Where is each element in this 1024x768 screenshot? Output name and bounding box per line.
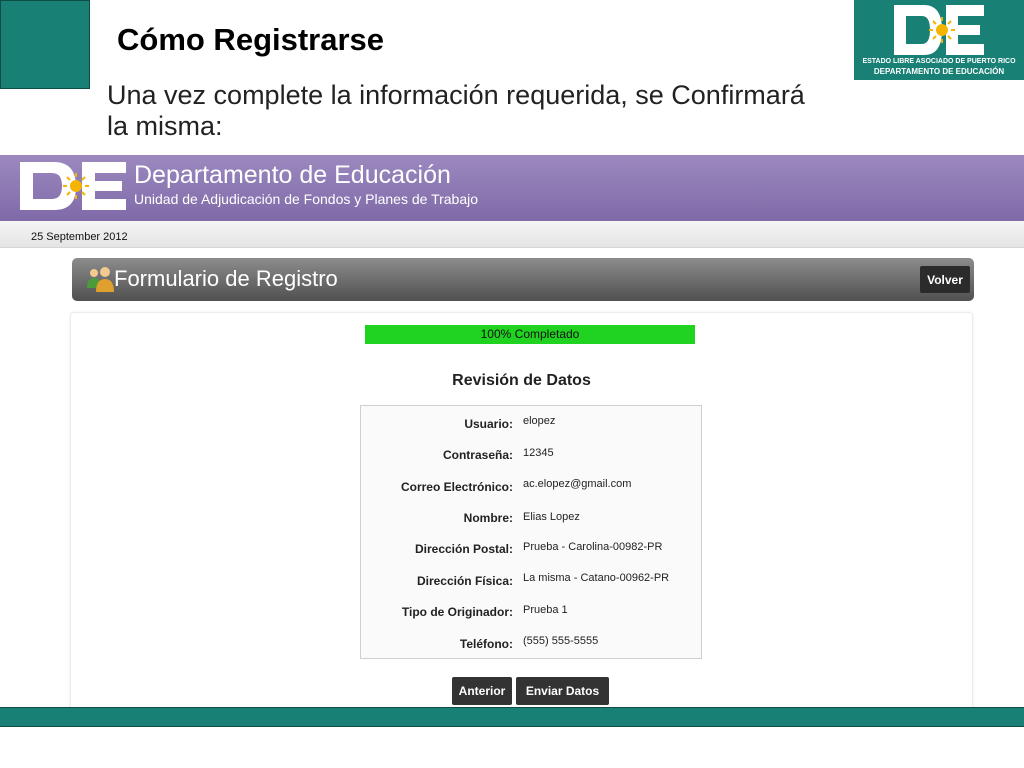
review-title: Revisión de Datos [452,372,591,389]
field-label: Contraseña: [442,448,513,462]
field-row-telefono: Teléfono: (555) 555-5555 [361,635,701,655]
submit-button[interactable]: Enviar Datos [516,677,609,705]
field-value: Prueba 1 [523,604,568,616]
field-label: Correo Electrónico: [400,480,513,494]
review-box: Usuario: elopez Contraseña: 12345 Correo… [360,405,702,659]
field-label: Usuario: [464,417,513,431]
de-logo-icon [894,5,984,55]
field-label: Nombre: [463,511,513,525]
back-button[interactable]: Volver [920,266,970,293]
form-panel: 100% Completado Revisión de Datos Usuari… [70,312,973,708]
users-icon [87,267,114,292]
site-name: Departamento de Educación [134,161,451,189]
form-title: Formulario de Registro [114,266,338,291]
current-date: 25 September 2012 [31,231,128,243]
field-value: Elias Lopez [523,511,580,523]
slide-bottom-stripe [0,707,1024,727]
field-value: 12345 [523,447,554,459]
field-row-contrasena: Contraseña: 12345 [361,446,701,466]
field-row-direccion-fisica: Dirección Física: La misma - Catano-0096… [361,572,701,592]
field-value: (555) 555-5555 [523,635,599,647]
department-logo: ESTADO LIBRE ASOCIADO DE PUERTO RICO DEP… [854,0,1024,80]
logo-line-1: ESTADO LIBRE ASOCIADO DE PUERTO RICO [862,58,1016,65]
field-label: Tipo de Originador: [401,605,513,619]
field-row-usuario: Usuario: elopez [361,415,701,435]
form-header: Formulario de Registro Volver [72,258,974,301]
de-logo-icon [20,162,126,210]
previous-button[interactable]: Anterior [452,677,512,705]
progress-bar: 100% Completado [365,325,695,344]
logo-line-2: DEPARTAMENTO DE EDUCACIÓN [873,67,1005,76]
progress-label: 100% Completado [480,327,580,341]
field-row-correo: Correo Electrónico: ac.elopez@gmail.com [361,478,701,498]
field-row-nombre: Nombre: Elias Lopez [361,509,701,529]
field-row-direccion-postal: Dirección Postal: Prueba - Carolina-0098… [361,540,701,560]
field-label: Dirección Física: [416,574,513,588]
field-value: ac.elopez@gmail.com [523,478,632,490]
site-subtitle: Unidad de Adjudicación de Fondos y Plane… [134,191,479,207]
slide-text: Una vez complete la información requerid… [107,80,805,141]
date-bar: 25 September 2012 [0,221,1024,248]
slide-decoration-square [0,0,90,89]
registration-screenshot: Departamento de Educación Unidad de Adju… [0,155,1024,708]
field-label: Dirección Postal: [414,542,513,556]
slide-title: Cómo Registrarse [117,22,385,57]
field-row-tipo-originador: Tipo de Originador: Prueba 1 [361,603,701,623]
field-label: Teléfono: [459,637,513,651]
site-header: Departamento de Educación Unidad de Adju… [0,155,1024,221]
field-value: La misma - Catano-00962-PR [523,572,670,584]
field-value: elopez [523,415,556,427]
field-value: Prueba - Carolina-00982-PR [523,541,663,553]
